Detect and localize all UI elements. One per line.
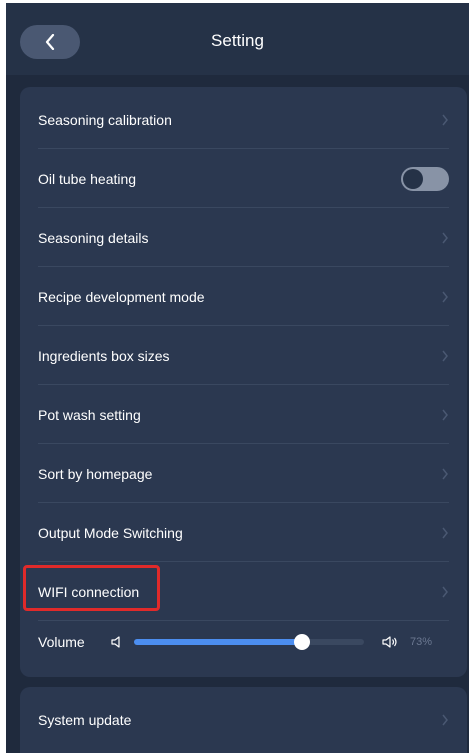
pot-wash-setting-row[interactable]: Pot wash setting: [38, 386, 449, 444]
oil-tube-heating-row: Oil tube heating: [38, 150, 449, 208]
speaker-high-icon: [382, 636, 397, 648]
row-label: Seasoning details: [38, 230, 149, 246]
row-label: Recipe development mode: [38, 289, 205, 305]
row-label: Seasoning calibration: [38, 112, 172, 128]
volume-slider-handle[interactable]: [293, 634, 310, 650]
chevron-right-icon: [442, 527, 448, 539]
output-mode-switching-row[interactable]: Output Mode Switching: [38, 504, 449, 562]
chevron-right-icon: [442, 586, 448, 598]
volume-label: Volume: [38, 634, 85, 650]
chevron-right-icon: [442, 350, 448, 362]
ingredients-box-sizes-row[interactable]: Ingredients box sizes: [38, 327, 449, 385]
seasoning-details-row[interactable]: Seasoning details: [38, 209, 449, 267]
header-bar: Setting: [6, 3, 469, 75]
wifi-connection-highlight: [23, 565, 160, 611]
row-label: Pot wash setting: [38, 407, 141, 423]
chevron-right-icon: [442, 114, 448, 126]
chevron-right-icon: [442, 409, 448, 421]
recipe-development-mode-row[interactable]: Recipe development mode: [38, 268, 449, 326]
volume-row: Volume 73%: [38, 611, 449, 673]
row-label: Output Mode Switching: [38, 525, 183, 541]
volume-percentage: 73%: [410, 636, 433, 648]
system-card: System update: [20, 687, 467, 753]
chevron-right-icon: [442, 468, 448, 480]
settings-screen: Setting Seasoning calibration Oil tube h…: [6, 3, 469, 753]
toggle-knob: [403, 169, 423, 189]
volume-slider[interactable]: [134, 634, 364, 650]
chevron-right-icon: [442, 232, 448, 244]
page-title: Setting: [211, 31, 264, 50]
chevron-right-icon: [442, 714, 448, 726]
volume-slider-fill: [134, 639, 302, 645]
row-label: Ingredients box sizes: [38, 348, 170, 364]
system-update-row[interactable]: System update: [38, 691, 449, 749]
row-label: Sort by homepage: [38, 466, 153, 482]
row-label: Oil tube heating: [38, 171, 137, 187]
sort-by-homepage-row[interactable]: Sort by homepage: [38, 445, 449, 503]
speaker-low-icon: [111, 636, 120, 648]
chevron-right-icon: [442, 291, 448, 303]
row-label: System update: [38, 712, 132, 728]
oil-tube-heating-toggle[interactable]: [401, 167, 449, 191]
seasoning-calibration-row[interactable]: Seasoning calibration: [38, 91, 449, 149]
